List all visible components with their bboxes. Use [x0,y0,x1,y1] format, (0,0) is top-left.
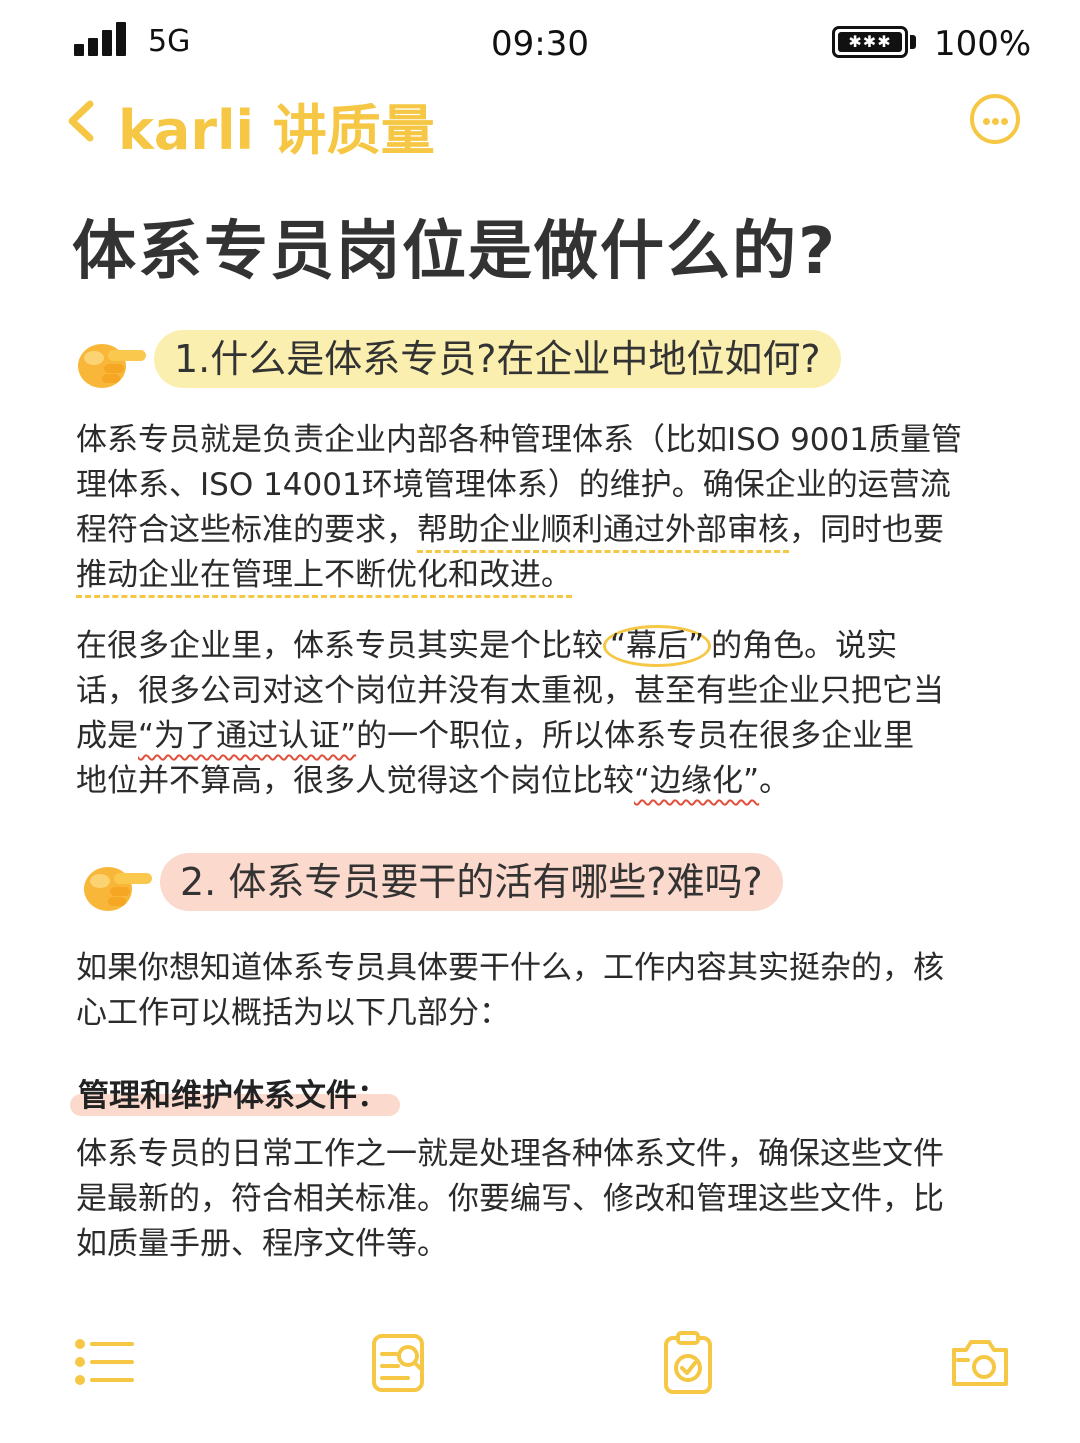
pointing-hand-icon [84,867,152,911]
text-line: 理体系、ISO 14001环境管理体系）的维护。确保企业的运营流 [76,467,951,503]
back-button[interactable] [62,96,102,146]
wavy-underline-text: “边缘化” [634,763,760,799]
battery-tip [910,35,916,49]
more-button[interactable] [970,94,1020,144]
checklist-search-icon [372,1334,424,1392]
page-title: 体系专员岗位是做什么的? [72,215,838,289]
text-line: 体系专员就是负责企业内部各种管理体系（比如ISO 9001质量管 [76,422,962,458]
clipboard-check-icon [664,1331,712,1394]
battery-icon: ✱✱✱ [832,26,908,58]
text-line: 如质量手册、程序文件等。 [76,1226,448,1262]
text-line: 地位并不算高，很多人觉得这个岗位比较“边缘化”。 [76,763,791,799]
dashed-underline-text: 帮助企业顺利通过外部审核 [417,512,789,548]
more-icon [983,118,990,125]
text-line: 体系专员的日常工作之一就是处理各种体系文件，确保这些文件 [76,1136,944,1172]
camera-button[interactable] [948,1330,1012,1394]
status-bar: 5G 09:30 ✱✱✱ 100% [0,0,1080,84]
circled-text: “幕后” [603,625,712,667]
battery-level: ✱✱✱ [838,32,902,52]
section-2-body: 体系专员的日常工作之一就是处理各种体系文件，确保这些文件 是最新的，符合相关标准… [76,1132,1016,1267]
text-line: 是最新的，符合相关标准。你要编写、修改和管理这些文件，比 [76,1181,944,1217]
section-2-pill: 2. 体系专员要干的活有哪些?难吗? [160,853,783,911]
section-1-heading: 1.什么是体系专员?在企业中地位如何? [74,330,944,392]
nav-bar: karli 讲质量 [0,86,1080,162]
nav-title: karli 讲质量 [118,99,435,162]
subheading: 管理和维护体系文件： [70,1070,400,1116]
list-icon [75,1339,134,1385]
dashed-underline-text: 推动企业在管理上不断优化和改进。 [76,557,572,593]
section-2-intro: 如果你想知道体系专员具体要干什么，工作内容其实挺杂的，核 心工作可以概括为以下几… [76,946,1016,1036]
battery-percent: 100% [934,24,1032,64]
text-line: 程符合这些标准的要求，帮助企业顺利通过外部审核，同时也要 [76,512,944,548]
wavy-underline-text: “为了通过认证” [138,718,357,754]
pointing-hand-icon [78,344,146,388]
section-1-pill: 1.什么是体系专员?在企业中地位如何? [154,330,841,388]
text-line: 话，很多公司对这个岗位并没有太重视，甚至有些企业只把它当 [76,673,944,709]
text-line: 心工作可以概括为以下几部分： [76,995,510,1031]
camera-icon [952,1340,1008,1386]
text-line: 推动企业在管理上不断优化和改进。 [76,553,1016,598]
text-line: 如果你想知道体系专员具体要干什么，工作内容其实挺杂的，核 [76,950,944,986]
text-line: 成是“为了通过认证”的一个职位，所以体系专员在很多企业里 [76,718,915,754]
text-line: 在很多企业里，体系专员其实是个比较 “幕后” 的角色。说实 [76,624,1016,669]
bottom-toolbar [0,1330,1080,1410]
section-1-paragraph-2: 在很多企业里，体系专员其实是个比较 “幕后” 的角色。说实 话，很多公司对这个岗位并… [76,624,1016,804]
clock: 09:30 [491,24,589,64]
checklist-search-button[interactable] [368,1330,432,1394]
section-1-paragraph-1: 体系专员就是负责企业内部各种管理体系（比如ISO 9001质量管 理体系、ISO… [76,418,1016,598]
chevron-left-icon [68,100,94,142]
clipboard-check-button[interactable] [656,1330,720,1394]
section-2-heading: 2. 体系专员要干的活有哪些?难吗? [80,853,880,915]
list-button[interactable] [72,1330,136,1394]
